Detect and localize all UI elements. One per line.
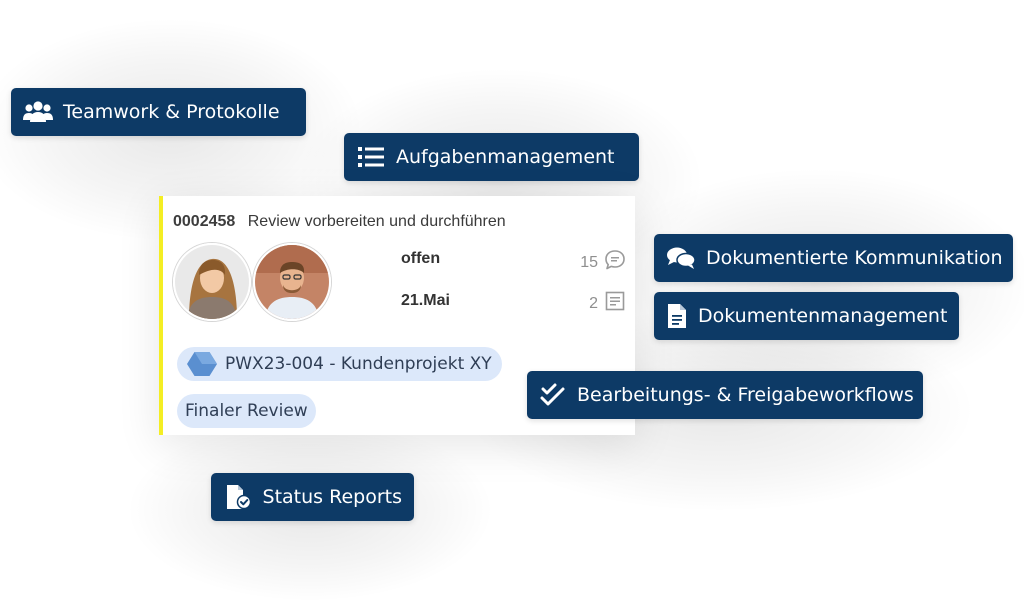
task-id: 0002458 — [173, 213, 236, 230]
report-check-icon — [223, 484, 253, 510]
document-icon — [666, 303, 688, 329]
phase-label: Finaler Review — [185, 401, 308, 421]
feature-label: Dokumentierte Kommunikation — [706, 247, 1003, 269]
feature-approval-workflows[interactable]: Bearbeitungs- & Freigabeworkflows — [527, 371, 923, 419]
project-label: PWX23-004 - Kundenprojekt XY — [225, 354, 492, 374]
feature-label: Status Reports — [262, 486, 402, 508]
attachments-count: 2 — [589, 294, 598, 312]
comment-icon — [603, 248, 627, 277]
feature-status-reports[interactable]: Status Reports — [211, 473, 414, 521]
phase-tag[interactable]: Finaler Review — [177, 394, 316, 428]
project-tag[interactable]: PWX23-004 - Kundenprojekt XY — [177, 347, 502, 381]
task-header: 0002458 Review vorbereiten und durchführ… — [173, 213, 506, 231]
feature-label: Dokumentenmanagement — [698, 305, 948, 327]
notes-icon — [603, 289, 627, 318]
feature-documented-communication[interactable]: Dokumentierte Kommunikation — [654, 234, 1013, 282]
background-glow — [600, 170, 1024, 400]
task-status: offen — [401, 250, 441, 267]
feature-task-management[interactable]: Aufgabenmanagement — [344, 133, 639, 181]
task-due-date: 21.Mai — [401, 292, 450, 309]
feature-document-management[interactable]: Dokumentenmanagement — [654, 292, 959, 340]
list-icon — [356, 144, 386, 170]
feature-label: Aufgabenmanagement — [396, 146, 615, 168]
avatar[interactable] — [253, 243, 331, 321]
feature-label: Bearbeitungs- & Freigabeworkflows — [577, 384, 914, 406]
feature-label: Teamwork & Protokolle — [63, 101, 280, 123]
comments-counter[interactable]: 15 — [580, 248, 627, 277]
avatar[interactable] — [173, 243, 251, 321]
comments-count: 15 — [580, 253, 598, 271]
chat-bubbles-icon — [666, 245, 696, 271]
attachments-counter[interactable]: 2 — [589, 289, 627, 318]
task-title: Review vorbereiten und durchführen — [247, 213, 506, 230]
hexagon-icon — [187, 351, 217, 377]
double-check-icon — [539, 382, 567, 408]
feature-teamwork[interactable]: Teamwork & Protokolle — [11, 88, 306, 136]
users-icon — [23, 99, 53, 125]
